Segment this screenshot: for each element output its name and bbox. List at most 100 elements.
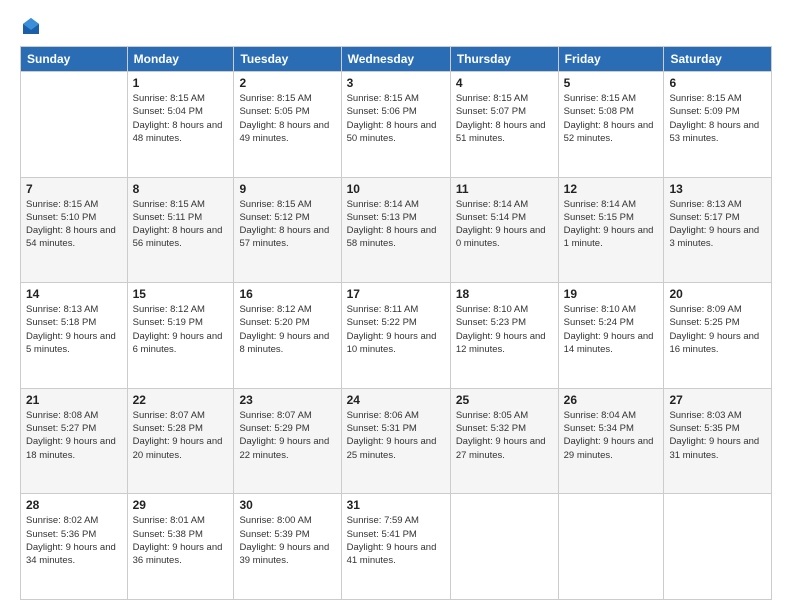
calendar-cell: 28Sunrise: 8:02 AMSunset: 5:36 PMDayligh…	[21, 494, 128, 600]
day-info: Sunrise: 8:07 AMSunset: 5:28 PMDaylight:…	[133, 409, 229, 462]
day-info: Sunrise: 8:14 AMSunset: 5:15 PMDaylight:…	[564, 198, 659, 251]
calendar-cell: 21Sunrise: 8:08 AMSunset: 5:27 PMDayligh…	[21, 388, 128, 494]
calendar-cell: 3 Sunrise: 8:15 AMSunset: 5:06 PMDaylight…	[341, 72, 450, 178]
day-info: Sunrise: 8:04 AMSunset: 5:34 PMDaylight:…	[564, 409, 659, 462]
header	[20, 16, 772, 36]
day-number: 18	[456, 287, 553, 301]
calendar-week-row: 14 Sunrise: 8:13 AMSunset: 5:18 PMDayligh…	[21, 283, 772, 389]
calendar-cell: 20 Sunrise: 8:09 AMSunset: 5:25 PMDayligh…	[664, 283, 772, 389]
day-number: 31	[347, 498, 445, 512]
calendar-cell: 23Sunrise: 8:07 AMSunset: 5:29 PMDayligh…	[234, 388, 341, 494]
day-info: Sunrise: 8:13 AMSunset: 5:18 PMDaylight:…	[26, 303, 122, 356]
day-number: 4	[456, 76, 553, 90]
day-number: 1	[133, 76, 229, 90]
calendar-cell: 4 Sunrise: 8:15 AMSunset: 5:07 PMDaylight…	[450, 72, 558, 178]
calendar-cell: 8 Sunrise: 8:15 AMSunset: 5:11 PMDaylight…	[127, 177, 234, 283]
calendar-week-row: 7 Sunrise: 8:15 AMSunset: 5:10 PMDaylight…	[21, 177, 772, 283]
day-info: Sunrise: 8:12 AMSunset: 5:19 PMDaylight:…	[133, 303, 229, 356]
weekday-header-thursday: Thursday	[450, 47, 558, 72]
day-info: Sunrise: 8:03 AMSunset: 5:35 PMDaylight:…	[669, 409, 766, 462]
day-info: Sunrise: 8:11 AMSunset: 5:22 PMDaylight:…	[347, 303, 445, 356]
day-number: 6	[669, 76, 766, 90]
calendar-cell: 2 Sunrise: 8:15 AMSunset: 5:05 PMDaylight…	[234, 72, 341, 178]
weekday-header-monday: Monday	[127, 47, 234, 72]
calendar-cell: 30 Sunrise: 8:00 AMSunset: 5:39 PMDayligh…	[234, 494, 341, 600]
day-number: 12	[564, 182, 659, 196]
day-info: Sunrise: 8:15 AMSunset: 5:07 PMDaylight:…	[456, 92, 553, 145]
day-info: Sunrise: 8:02 AMSunset: 5:36 PMDaylight:…	[26, 514, 122, 567]
day-number: 20	[669, 287, 766, 301]
day-info: Sunrise: 7:59 AMSunset: 5:41 PMDaylight:…	[347, 514, 445, 567]
day-number: 16	[239, 287, 335, 301]
calendar-cell: 11Sunrise: 8:14 AMSunset: 5:14 PMDayligh…	[450, 177, 558, 283]
day-number: 8	[133, 182, 229, 196]
day-number: 23	[239, 393, 335, 407]
day-info: Sunrise: 8:15 AMSunset: 5:11 PMDaylight:…	[133, 198, 229, 251]
day-number: 21	[26, 393, 122, 407]
day-number: 26	[564, 393, 659, 407]
day-info: Sunrise: 8:10 AMSunset: 5:23 PMDaylight:…	[456, 303, 553, 356]
calendar-cell: 5Sunrise: 8:15 AMSunset: 5:08 PMDaylight…	[558, 72, 664, 178]
day-number: 19	[564, 287, 659, 301]
day-number: 7	[26, 182, 122, 196]
calendar-cell: 31 Sunrise: 7:59 AMSunset: 5:41 PMDayligh…	[341, 494, 450, 600]
calendar-cell: 14 Sunrise: 8:13 AMSunset: 5:18 PMDayligh…	[21, 283, 128, 389]
day-number: 2	[239, 76, 335, 90]
day-number: 30	[239, 498, 335, 512]
day-info: Sunrise: 8:00 AMSunset: 5:39 PMDaylight:…	[239, 514, 335, 567]
day-info: Sunrise: 8:01 AMSunset: 5:38 PMDaylight:…	[133, 514, 229, 567]
calendar-body: 1 Sunrise: 8:15 AMSunset: 5:04 PMDaylight…	[21, 72, 772, 600]
day-number: 9	[239, 182, 335, 196]
calendar-cell: 6 Sunrise: 8:15 AMSunset: 5:09 PMDaylight…	[664, 72, 772, 178]
calendar-cell: 17Sunrise: 8:11 AMSunset: 5:22 PMDayligh…	[341, 283, 450, 389]
calendar-cell	[664, 494, 772, 600]
day-info: Sunrise: 8:09 AMSunset: 5:25 PMDaylight:…	[669, 303, 766, 356]
calendar-week-row: 28Sunrise: 8:02 AMSunset: 5:36 PMDayligh…	[21, 494, 772, 600]
day-info: Sunrise: 8:05 AMSunset: 5:32 PMDaylight:…	[456, 409, 553, 462]
calendar-cell	[450, 494, 558, 600]
weekday-header-saturday: Saturday	[664, 47, 772, 72]
calendar-week-row: 21Sunrise: 8:08 AMSunset: 5:27 PMDayligh…	[21, 388, 772, 494]
day-number: 5	[564, 76, 659, 90]
day-number: 27	[669, 393, 766, 407]
calendar-cell: 27 Sunrise: 8:03 AMSunset: 5:35 PMDayligh…	[664, 388, 772, 494]
logo-icon	[21, 16, 41, 36]
day-number: 25	[456, 393, 553, 407]
day-number: 29	[133, 498, 229, 512]
calendar-cell: 12 Sunrise: 8:14 AMSunset: 5:15 PMDayligh…	[558, 177, 664, 283]
calendar-cell: 24 Sunrise: 8:06 AMSunset: 5:31 PMDayligh…	[341, 388, 450, 494]
calendar-cell: 10Sunrise: 8:14 AMSunset: 5:13 PMDayligh…	[341, 177, 450, 283]
calendar-cell: 29 Sunrise: 8:01 AMSunset: 5:38 PMDayligh…	[127, 494, 234, 600]
day-number: 3	[347, 76, 445, 90]
calendar-cell: 16 Sunrise: 8:12 AMSunset: 5:20 PMDayligh…	[234, 283, 341, 389]
calendar-cell: 25 Sunrise: 8:05 AMSunset: 5:32 PMDayligh…	[450, 388, 558, 494]
calendar-week-row: 1 Sunrise: 8:15 AMSunset: 5:04 PMDaylight…	[21, 72, 772, 178]
day-info: Sunrise: 8:15 AMSunset: 5:05 PMDaylight:…	[239, 92, 335, 145]
day-number: 22	[133, 393, 229, 407]
day-info: Sunrise: 8:15 AMSunset: 5:10 PMDaylight:…	[26, 198, 122, 251]
day-info: Sunrise: 8:15 AMSunset: 5:06 PMDaylight:…	[347, 92, 445, 145]
calendar-cell: 22 Sunrise: 8:07 AMSunset: 5:28 PMDayligh…	[127, 388, 234, 494]
day-number: 15	[133, 287, 229, 301]
day-number: 11	[456, 182, 553, 196]
calendar-cell: 15 Sunrise: 8:12 AMSunset: 5:19 PMDayligh…	[127, 283, 234, 389]
day-info: Sunrise: 8:06 AMSunset: 5:31 PMDaylight:…	[347, 409, 445, 462]
weekday-header-wednesday: Wednesday	[341, 47, 450, 72]
day-number: 10	[347, 182, 445, 196]
calendar-cell: 13Sunrise: 8:13 AMSunset: 5:17 PMDayligh…	[664, 177, 772, 283]
calendar-table: SundayMondayTuesdayWednesdayThursdayFrid…	[20, 46, 772, 600]
weekday-header-friday: Friday	[558, 47, 664, 72]
day-number: 14	[26, 287, 122, 301]
day-info: Sunrise: 8:12 AMSunset: 5:20 PMDaylight:…	[239, 303, 335, 356]
day-info: Sunrise: 8:15 AMSunset: 5:09 PMDaylight:…	[669, 92, 766, 145]
calendar-cell: 9 Sunrise: 8:15 AMSunset: 5:12 PMDaylight…	[234, 177, 341, 283]
day-info: Sunrise: 8:15 AMSunset: 5:04 PMDaylight:…	[133, 92, 229, 145]
weekday-header-sunday: Sunday	[21, 47, 128, 72]
day-number: 13	[669, 182, 766, 196]
calendar-cell: 1 Sunrise: 8:15 AMSunset: 5:04 PMDaylight…	[127, 72, 234, 178]
calendar-cell	[21, 72, 128, 178]
calendar-cell: 26 Sunrise: 8:04 AMSunset: 5:34 PMDayligh…	[558, 388, 664, 494]
page: SundayMondayTuesdayWednesdayThursdayFrid…	[0, 0, 792, 612]
day-number: 24	[347, 393, 445, 407]
day-info: Sunrise: 8:15 AMSunset: 5:12 PMDaylight:…	[239, 198, 335, 251]
